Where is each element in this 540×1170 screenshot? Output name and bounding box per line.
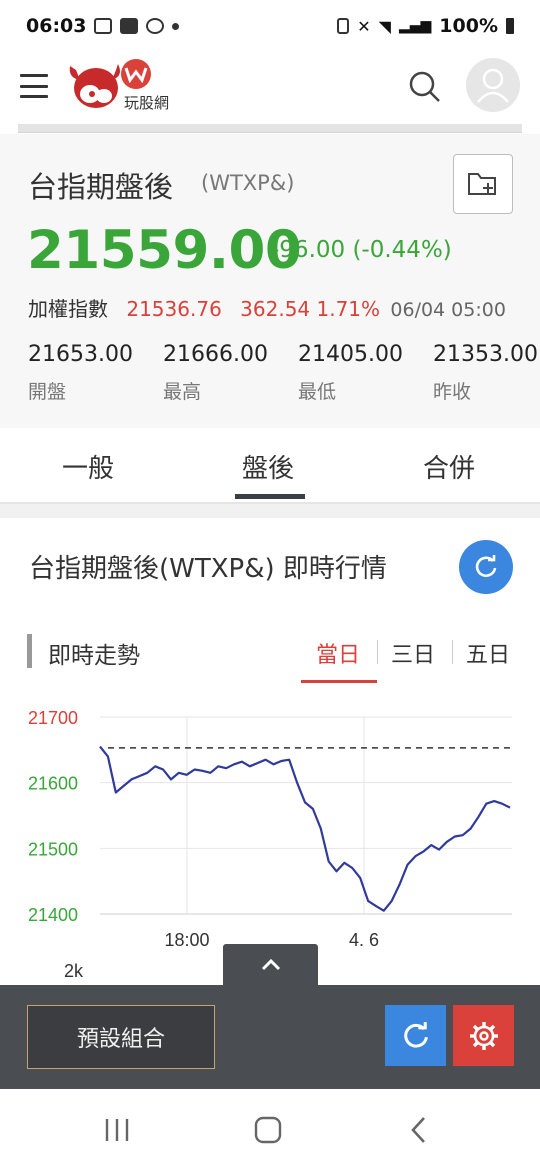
stat-value: 21353.00 bbox=[433, 342, 538, 367]
volume-axis-label: 2k bbox=[64, 961, 84, 980]
stats-row: 21653.00 開盤 21666.00 最高 21405.00 最低 2135… bbox=[28, 342, 540, 422]
user-icon bbox=[477, 68, 509, 103]
preset-button[interactable]: 預設組合 bbox=[27, 1005, 215, 1069]
index-value: 21536.76 bbox=[126, 297, 222, 321]
signal-icon: ▂▄▆ bbox=[398, 18, 432, 34]
tab-after-hours[interactable]: 盤後 bbox=[242, 448, 294, 485]
refresh-icon bbox=[403, 1021, 428, 1048]
y-tick-label: 21400 bbox=[28, 905, 78, 925]
battery-icon bbox=[506, 18, 514, 34]
range-divider bbox=[452, 640, 453, 664]
intraday-chart[interactable]: 21700 21600 21500 21400 18:00 4. 6 2k bbox=[0, 690, 540, 980]
y-tick-label: 21600 bbox=[28, 774, 78, 794]
range-tab-5day[interactable]: 五日 bbox=[466, 637, 510, 669]
refresh-quote-button[interactable] bbox=[459, 540, 513, 594]
status-bar: 06:03 ✕ ◥ ▂▄▆ 100% bbox=[0, 0, 540, 52]
index-change: 362.54 1.71% bbox=[240, 297, 381, 321]
y-tick-label: 21500 bbox=[28, 839, 78, 859]
wifi-icon: ◥ bbox=[378, 16, 391, 36]
stat-value: 21666.00 bbox=[163, 342, 268, 367]
expand-panel-button[interactable] bbox=[223, 944, 318, 986]
quote-code: (WTXP&) bbox=[201, 171, 295, 195]
trend-label: 即時走勢 bbox=[48, 643, 140, 669]
status-time: 06:03 bbox=[26, 15, 87, 37]
app-bar: 玩股網 bbox=[0, 52, 540, 122]
index-label: 加權指數 bbox=[28, 297, 108, 321]
back-icon[interactable] bbox=[406, 1115, 430, 1145]
refresh-button[interactable] bbox=[385, 1005, 446, 1066]
stat-label: 最低 bbox=[298, 381, 337, 403]
tab-bar: 一般 盤後 合併 bbox=[0, 428, 540, 504]
settings-button[interactable] bbox=[453, 1005, 514, 1066]
stat-value: 21653.00 bbox=[28, 342, 133, 367]
section-title: 台指期盤後(WTXP&) 即時行情 bbox=[29, 554, 387, 584]
stat-prev-close: 21353.00 昨收 bbox=[433, 342, 540, 404]
line-icon bbox=[146, 18, 165, 34]
active-range-indicator bbox=[301, 680, 377, 683]
x-tick-label: 4. 6 bbox=[349, 930, 379, 950]
system-nav-bar bbox=[0, 1089, 540, 1170]
home-icon[interactable] bbox=[253, 1116, 283, 1144]
stat-label: 開盤 bbox=[28, 381, 67, 403]
range-tab-3day[interactable]: 三日 bbox=[391, 637, 435, 669]
divider bbox=[18, 124, 522, 133]
youtube-icon bbox=[120, 18, 139, 34]
stat-label: 最高 bbox=[163, 381, 202, 403]
avatar[interactable] bbox=[466, 58, 520, 112]
range-tab-today[interactable]: 當日 bbox=[316, 637, 360, 669]
bottom-action-bar: 預設組合 bbox=[0, 985, 540, 1089]
stat-low: 21405.00 最低 bbox=[298, 342, 433, 404]
battery-text: 100% bbox=[439, 15, 498, 37]
price-line bbox=[99, 745, 511, 912]
range-divider bbox=[377, 640, 378, 664]
menu-icon[interactable] bbox=[20, 74, 48, 98]
y-tick-label: 21700 bbox=[28, 708, 78, 728]
stat-label: 昨收 bbox=[433, 381, 472, 403]
index-row: 加權指數 21536.76 362.54 1.71% 06/04 05:00 bbox=[28, 293, 518, 322]
section-divider bbox=[0, 504, 540, 518]
nfc-icon bbox=[337, 18, 350, 34]
gear-icon bbox=[469, 1021, 498, 1050]
trend-accent-bar bbox=[27, 634, 32, 668]
stat-open: 21653.00 開盤 bbox=[28, 342, 163, 404]
price-change: -96.00 (-0.44%) bbox=[271, 237, 452, 263]
refresh-icon bbox=[475, 555, 497, 578]
mute-icon: ✕ bbox=[357, 16, 371, 36]
tab-combined[interactable]: 合併 bbox=[423, 448, 475, 485]
last-price: 21559.00 bbox=[27, 220, 302, 281]
stat-high: 21666.00 最高 bbox=[163, 342, 298, 404]
tab-general[interactable]: 一般 bbox=[62, 448, 114, 485]
recent-apps-icon[interactable] bbox=[102, 1117, 132, 1143]
quote-timestamp: 06/04 05:00 bbox=[390, 299, 506, 321]
logo-text: 玩股網 bbox=[124, 94, 170, 112]
stat-value: 21405.00 bbox=[298, 342, 403, 367]
x-tick-label: 18:00 bbox=[164, 930, 209, 950]
more-notifications-icon bbox=[172, 22, 180, 30]
folder-plus-icon bbox=[468, 173, 496, 195]
quote-panel: 台指期盤後 (WTXP&) 21559.00 -96.00 (-0.44%) 加… bbox=[0, 134, 540, 428]
gallery-icon bbox=[94, 18, 113, 34]
quote-title: 台指期盤後 bbox=[28, 170, 174, 204]
chevron-up-icon bbox=[261, 958, 280, 971]
search-icon[interactable] bbox=[406, 68, 442, 104]
add-to-folder-button[interactable] bbox=[453, 154, 513, 214]
active-tab-indicator bbox=[235, 494, 305, 499]
